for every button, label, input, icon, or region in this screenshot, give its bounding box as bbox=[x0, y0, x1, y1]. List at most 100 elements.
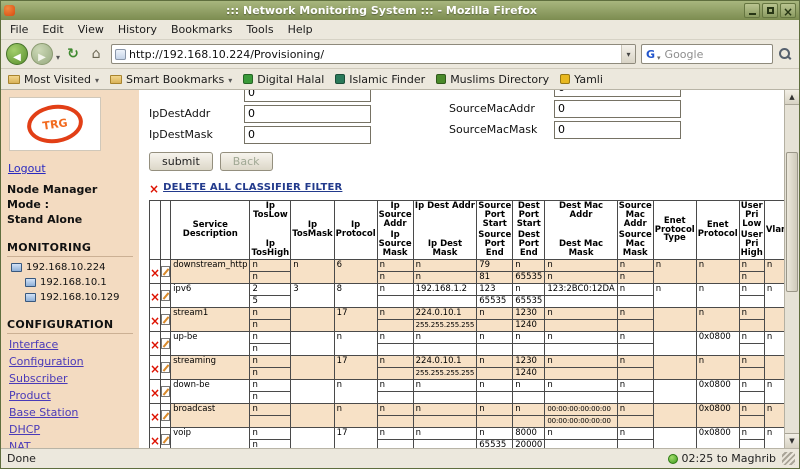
back-arrow-icon bbox=[13, 45, 21, 64]
text-input[interactable] bbox=[244, 90, 371, 102]
text-input[interactable] bbox=[244, 126, 371, 144]
scrollbar-thumb[interactable] bbox=[786, 152, 798, 292]
minimize-icon bbox=[749, 13, 756, 15]
delete-row-icon[interactable] bbox=[150, 286, 160, 305]
url-bar[interactable]: http://192.168.10.224/Provisioning/ bbox=[111, 44, 636, 64]
delete-all-x-icon[interactable] bbox=[149, 178, 159, 197]
cell-tosmask bbox=[291, 380, 334, 404]
trg-logo-text: TRG bbox=[42, 116, 69, 132]
bookmark-muslims-directory[interactable]: Muslims Directory bbox=[436, 73, 549, 86]
edit-row-icon[interactable] bbox=[161, 362, 170, 373]
history-dropdown-icon[interactable] bbox=[56, 45, 60, 64]
text-input[interactable] bbox=[554, 100, 681, 118]
sidebar-item-subscriber[interactable]: Subscriber bbox=[9, 372, 133, 385]
refresh-button[interactable] bbox=[63, 47, 83, 61]
delete-row-icon[interactable] bbox=[150, 406, 160, 425]
column-header-tosmask: Ip TosMask bbox=[291, 201, 334, 260]
cell-tos-mask bbox=[250, 416, 291, 428]
home-button[interactable] bbox=[86, 47, 106, 61]
edit-row-icon[interactable] bbox=[161, 266, 170, 277]
bookmark-yamli[interactable]: Yamli bbox=[560, 73, 603, 86]
prayer-time-widget[interactable]: 02:25 to Maghrib bbox=[668, 452, 776, 465]
search-input[interactable]: Google bbox=[661, 48, 772, 61]
maximize-button[interactable] bbox=[762, 3, 778, 18]
cell-ipdest-mask bbox=[413, 392, 477, 404]
cell-srcmac: n bbox=[617, 332, 653, 344]
cell-srcmac: n bbox=[617, 284, 653, 296]
cell-destmac: 00:00:00:00:00:00 bbox=[545, 404, 617, 416]
scroll-down-button[interactable] bbox=[785, 433, 799, 448]
cell-enettype bbox=[653, 404, 696, 428]
sidebar-item-configuration[interactable]: Configuration bbox=[9, 355, 133, 368]
bookmark-most-visited[interactable]: Most Visited bbox=[8, 73, 99, 86]
delete-row-icon[interactable] bbox=[150, 382, 160, 401]
submit-button[interactable]: submit bbox=[149, 152, 213, 171]
text-input[interactable] bbox=[554, 121, 681, 139]
search-magnifier-icon[interactable] bbox=[778, 47, 792, 61]
vertical-scrollbar[interactable] bbox=[784, 90, 799, 448]
delete-row-icon[interactable] bbox=[150, 334, 160, 353]
edit-row-cell bbox=[161, 332, 171, 356]
edit-row-icon[interactable] bbox=[161, 314, 170, 325]
edit-row-icon[interactable] bbox=[161, 410, 170, 421]
edit-row-icon[interactable] bbox=[161, 338, 170, 349]
cell-tos: n bbox=[250, 404, 291, 416]
bookmark-islamic-finder[interactable]: Islamic Finder bbox=[335, 73, 425, 86]
search-bar[interactable]: Google bbox=[641, 44, 773, 64]
sidebar-item-interface[interactable]: Interface bbox=[9, 338, 133, 351]
tree-node[interactable]: 192.168.10.224 bbox=[7, 260, 133, 275]
back-button[interactable] bbox=[6, 43, 28, 65]
delete-row-icon[interactable] bbox=[150, 262, 160, 281]
column-header-vlanid: VlanId bbox=[764, 201, 784, 260]
delete-row-icon[interactable] bbox=[150, 430, 160, 448]
delete-row-cell bbox=[150, 428, 161, 449]
url-text[interactable]: http://192.168.10.224/Provisioning/ bbox=[129, 48, 621, 61]
forward-button[interactable] bbox=[31, 43, 53, 65]
sidebar-item-nat[interactable]: NAT bbox=[9, 440, 133, 448]
text-input[interactable] bbox=[244, 105, 371, 123]
page-main: IpDestAddrIpDestMask SourceMacAddrSource… bbox=[139, 90, 784, 448]
menu-history[interactable]: History bbox=[111, 20, 164, 39]
menu-bookmarks[interactable]: Bookmarks bbox=[164, 20, 239, 39]
cell-tosmask bbox=[291, 308, 334, 332]
delete-row-icon[interactable] bbox=[150, 358, 160, 377]
cell-destmac-mask: 00:00:00:00:00:00 bbox=[545, 416, 617, 428]
menu-edit[interactable]: Edit bbox=[35, 20, 70, 39]
tree-node[interactable]: 192.168.10.129 bbox=[21, 290, 133, 305]
sidebar-item-dhcp[interactable]: DHCP bbox=[9, 423, 133, 436]
menu-view[interactable]: View bbox=[71, 20, 111, 39]
cell-ipsource: n bbox=[377, 284, 413, 296]
edit-row-icon[interactable] bbox=[161, 434, 170, 445]
cell-enettype: n bbox=[653, 284, 696, 308]
back-button-form[interactable]: Back bbox=[220, 152, 273, 171]
column-header-enettype: Enet Protocol Type bbox=[653, 201, 696, 260]
resize-grip[interactable] bbox=[782, 452, 795, 465]
bookmark-smart-bookmarks[interactable]: Smart Bookmarks bbox=[110, 73, 232, 86]
menu-file[interactable]: File bbox=[3, 20, 35, 39]
cell-destport: 8000 bbox=[513, 428, 545, 440]
sidebar-item-product[interactable]: Product bbox=[9, 389, 133, 402]
cell-userpri: n bbox=[739, 404, 764, 416]
scroll-up-button[interactable] bbox=[785, 90, 799, 105]
table-row: voipn17nnn8000nn0x0800nn bbox=[150, 428, 785, 440]
column-header-destmac: Dest Mac AddrDest Mac Mask bbox=[545, 201, 617, 260]
minimize-button[interactable] bbox=[744, 3, 760, 18]
bookmark-digital-halal[interactable]: Digital Halal bbox=[243, 73, 324, 86]
menu-help[interactable]: Help bbox=[281, 20, 320, 39]
delete-all-link[interactable]: DELETE ALL CLASSIFIER FILTER bbox=[163, 182, 342, 193]
edit-row-icon[interactable] bbox=[161, 386, 170, 397]
edit-row-icon[interactable] bbox=[161, 290, 170, 301]
close-button[interactable] bbox=[780, 3, 796, 18]
logout-link[interactable]: Logout bbox=[8, 162, 46, 175]
tree-node[interactable]: 192.168.10.1 bbox=[21, 275, 133, 290]
delete-row-icon[interactable] bbox=[150, 310, 160, 329]
sidebar-item-base-station[interactable]: Base Station bbox=[9, 406, 133, 419]
header-top-label: User Pri Low bbox=[741, 202, 763, 229]
monitoring-header: MONITORING bbox=[7, 239, 133, 257]
url-dropdown-button[interactable] bbox=[621, 45, 635, 63]
cell-destmac: n bbox=[545, 308, 617, 320]
menu-tools[interactable]: Tools bbox=[239, 20, 280, 39]
cell-tos-mask: n bbox=[250, 272, 291, 284]
chevron-down-icon bbox=[228, 73, 232, 86]
text-input[interactable] bbox=[554, 90, 681, 97]
